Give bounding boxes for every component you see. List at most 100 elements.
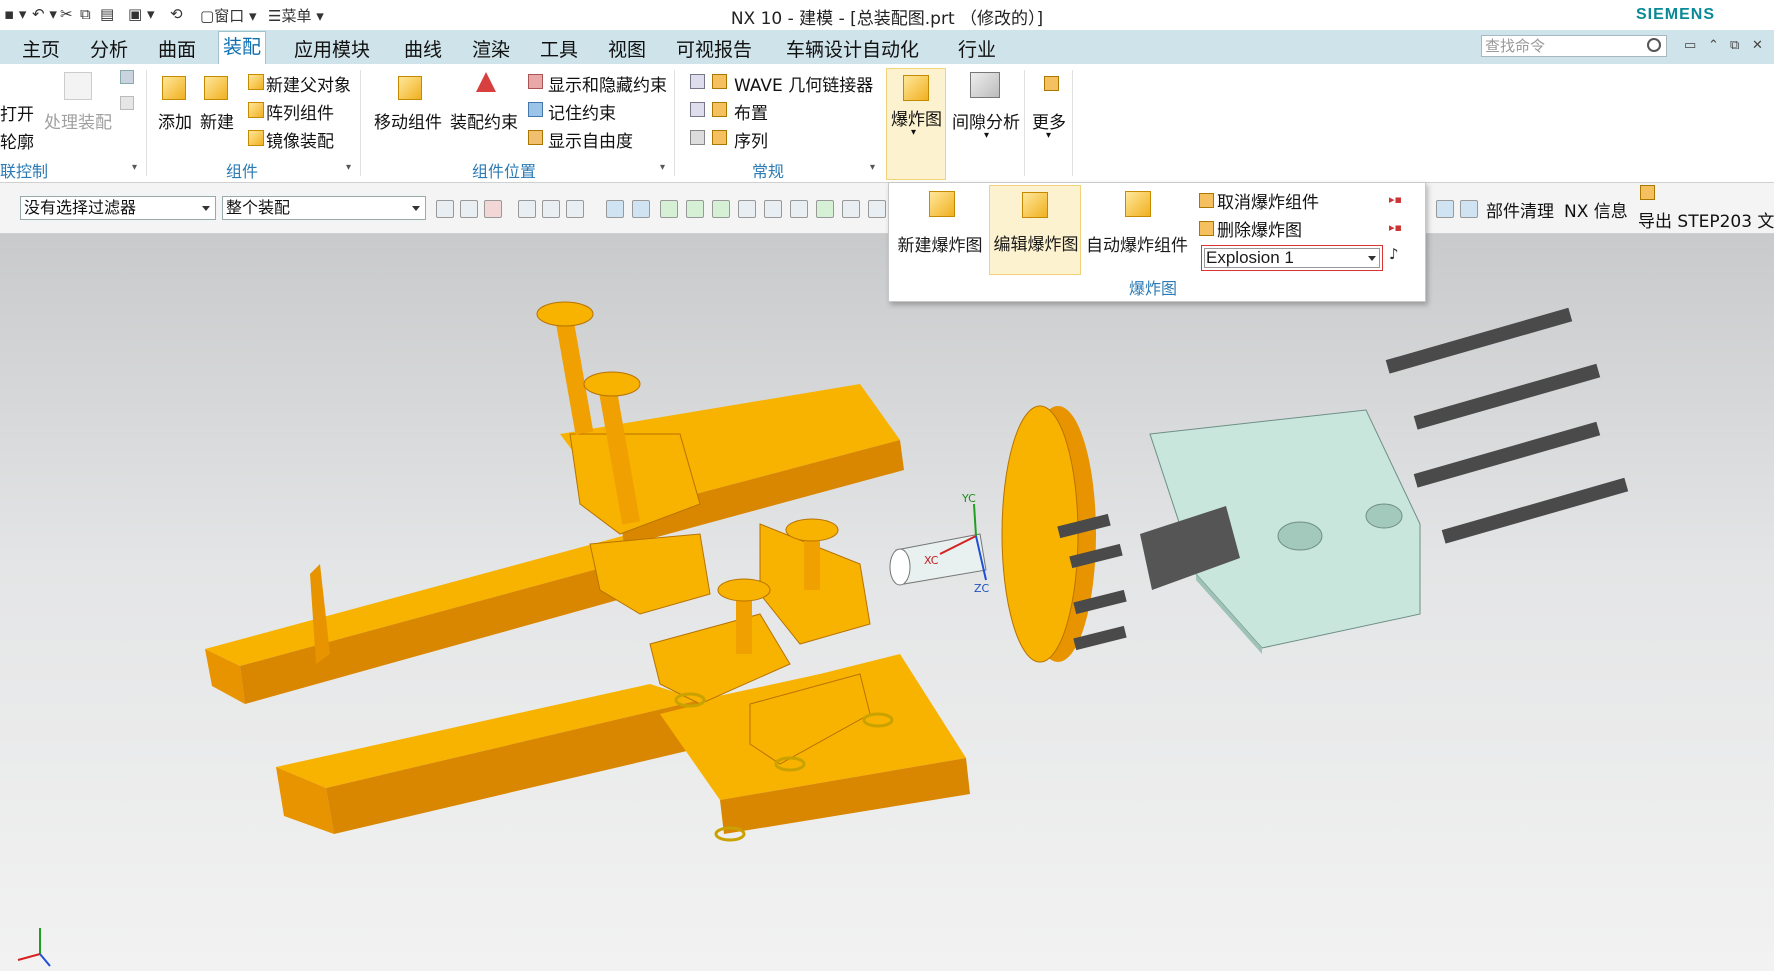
move-component-button[interactable]: 移动组件	[374, 108, 442, 133]
selection-scope-select[interactable]: 整个装配	[222, 196, 426, 220]
select-tool-icon[interactable]	[542, 200, 560, 218]
close-icon[interactable]: ✕	[1752, 38, 1763, 53]
wave-linker-button[interactable]: WAVE 几何链接器	[734, 71, 873, 96]
show-hide-constraint-button[interactable]: 显示和隐藏约束	[548, 71, 667, 96]
window-title: NX 10 - 建模 - [总装配图.prt （修改的）]	[730, 9, 1044, 29]
snap-tool-icon[interactable]	[868, 200, 886, 218]
select-tool-icon[interactable]	[484, 200, 502, 218]
snap-tool-icon[interactable]	[660, 200, 678, 218]
tab-assembly[interactable]: 装配	[218, 31, 267, 65]
selection-filter-select[interactable]: 没有选择过滤器	[20, 196, 216, 220]
small-tool-icon[interactable]	[120, 96, 134, 110]
collapse-ribbon-icon[interactable]: ⌃	[1708, 38, 1719, 53]
group-expand-icon[interactable]: ▾	[346, 162, 351, 173]
layout-arrow-icon	[690, 102, 705, 117]
show-dof-button[interactable]: 显示自由度	[548, 127, 633, 152]
edit-explosion-button[interactable]: 编辑爆炸图	[989, 185, 1081, 275]
tab-industry[interactable]: 行业	[954, 35, 1000, 62]
snap-tool-icon[interactable]	[816, 200, 834, 218]
tab-tools[interactable]: 工具	[536, 35, 582, 62]
title-bar: ▪ ▾ ↶ ▾ ✂ ⧉ ▤ ▣ ▾ ⟲ ▢窗口 ▾ ☰菜单 ▾ NX 10 - …	[0, 0, 1774, 31]
edit-explosion-icon	[1022, 192, 1048, 218]
tool-icon[interactable]: ▸▪	[1389, 221, 1402, 234]
export-step-button[interactable]: 导出 STEP203 文	[1638, 207, 1774, 232]
search-icon[interactable]	[1647, 38, 1661, 52]
select-tool-icon[interactable]	[518, 200, 536, 218]
new-explosion-button[interactable]: 新建爆炸图	[895, 185, 985, 275]
show-hide-constraint-icon	[528, 74, 543, 89]
add-button[interactable]: 添加	[158, 108, 192, 133]
chevron-down-icon[interactable]: ▾	[984, 130, 989, 141]
sequence-button[interactable]: 序列	[734, 127, 768, 152]
remember-constraint-button[interactable]: 记住约束	[548, 99, 616, 124]
flange-plate[interactable]	[1001, 405, 1096, 663]
music-note-icon[interactable]: ♪	[1389, 245, 1399, 263]
select-tool-icon[interactable]	[566, 200, 584, 218]
export-step-icon	[1640, 185, 1655, 200]
tab-home[interactable]: 主页	[18, 35, 64, 62]
snap-tool-icon[interactable]	[764, 200, 782, 218]
tab-vehicle-design[interactable]: 车辆设计自动化	[782, 35, 923, 62]
auto-explode-icon	[1125, 191, 1151, 217]
unexplode-icon	[1199, 193, 1214, 208]
snap-tool-icon[interactable]	[712, 200, 730, 218]
nx-info-button[interactable]: NX 信息	[1564, 197, 1628, 222]
snap-tool-icon[interactable]	[842, 200, 860, 218]
work-explosion-select[interactable]: Explosion 1	[1201, 245, 1383, 271]
axis-label-x: XC	[924, 554, 939, 567]
array-component-button[interactable]: 阵列组件	[266, 99, 334, 124]
snap-tool-icon[interactable]	[686, 200, 704, 218]
sequence-film-icon	[690, 130, 705, 145]
snap-tool-icon[interactable]	[790, 200, 808, 218]
process-assembly-button[interactable]: 处理装配	[44, 108, 112, 133]
exploded-view-gallery-popup: 新建爆炸图 编辑爆炸图 自动爆炸组件 取消爆炸组件 删除爆炸图 Explosio…	[888, 182, 1426, 302]
lower-gripper-arm[interactable]	[276, 654, 970, 834]
assembly-constraint-button[interactable]: 装配约束	[450, 108, 518, 133]
new-parent-button[interactable]: 新建父对象	[266, 71, 351, 96]
tab-view[interactable]: 视图	[604, 35, 650, 62]
group-separator	[674, 70, 675, 176]
outline-button[interactable]: 轮廓	[0, 128, 34, 153]
exploded-view-button[interactable]: 爆炸图 ▾	[886, 68, 946, 180]
group-expand-icon[interactable]: ▾	[870, 162, 875, 173]
group-separator	[1072, 70, 1073, 176]
sequence-icon	[712, 130, 727, 145]
graphics-viewport[interactable]: XC YC ZC	[0, 234, 1774, 971]
tab-curve[interactable]: 曲线	[400, 35, 446, 62]
tab-surface[interactable]: 曲面	[154, 35, 200, 62]
part-navigator-icon[interactable]	[1460, 200, 1478, 218]
snap-tool-icon[interactable]	[632, 200, 650, 218]
part-cleanup-button[interactable]: 部件清理	[1486, 197, 1554, 222]
group-label-component-position: 组件位置	[472, 162, 537, 181]
mirror-assembly-button[interactable]: 镜像装配	[266, 127, 334, 152]
unexplode-button[interactable]: 取消爆炸组件	[1217, 188, 1319, 213]
siemens-logo: SIEMENS	[1636, 6, 1716, 23]
tab-analysis[interactable]: 分析	[86, 35, 132, 62]
ribbon-options-icon[interactable]: ▭	[1684, 38, 1696, 53]
pneumatic-cylinder[interactable]	[1140, 409, 1421, 654]
tool-icon[interactable]: ▸▪	[1389, 193, 1402, 206]
tab-visual-report[interactable]: 可视报告	[672, 35, 756, 62]
group-expand-icon[interactable]: ▾	[132, 162, 137, 173]
snap-tool-icon[interactable]	[738, 200, 756, 218]
new-button[interactable]: 新建	[200, 108, 234, 133]
delete-explosion-button[interactable]: 删除爆炸图	[1217, 216, 1302, 241]
group-label-linked: 联控制	[0, 162, 49, 181]
axis-label-y: YC	[962, 492, 976, 505]
tab-applications[interactable]: 应用模块	[290, 35, 374, 62]
long-bolts[interactable]	[1385, 307, 1629, 544]
command-search-input[interactable]: 查找命令	[1481, 35, 1667, 57]
select-tool-icon[interactable]	[460, 200, 478, 218]
work-explosion-value: Explosion 1	[1206, 248, 1294, 267]
snap-tool-icon[interactable]	[606, 200, 624, 218]
group-expand-icon[interactable]: ▾	[660, 162, 665, 173]
tab-render[interactable]: 渲染	[468, 35, 514, 62]
restore-icon[interactable]: ⧉	[1730, 38, 1739, 53]
auto-explode-button[interactable]: 自动爆炸组件	[1085, 185, 1189, 275]
layout-button[interactable]: 布置	[734, 99, 768, 124]
wave-link-icon	[690, 74, 705, 89]
small-tool-icon[interactable]	[120, 70, 134, 84]
open-button[interactable]: 打开	[0, 100, 34, 125]
select-tool-icon[interactable]	[436, 200, 454, 218]
chevron-down-icon[interactable]: ▾	[1046, 130, 1051, 141]
